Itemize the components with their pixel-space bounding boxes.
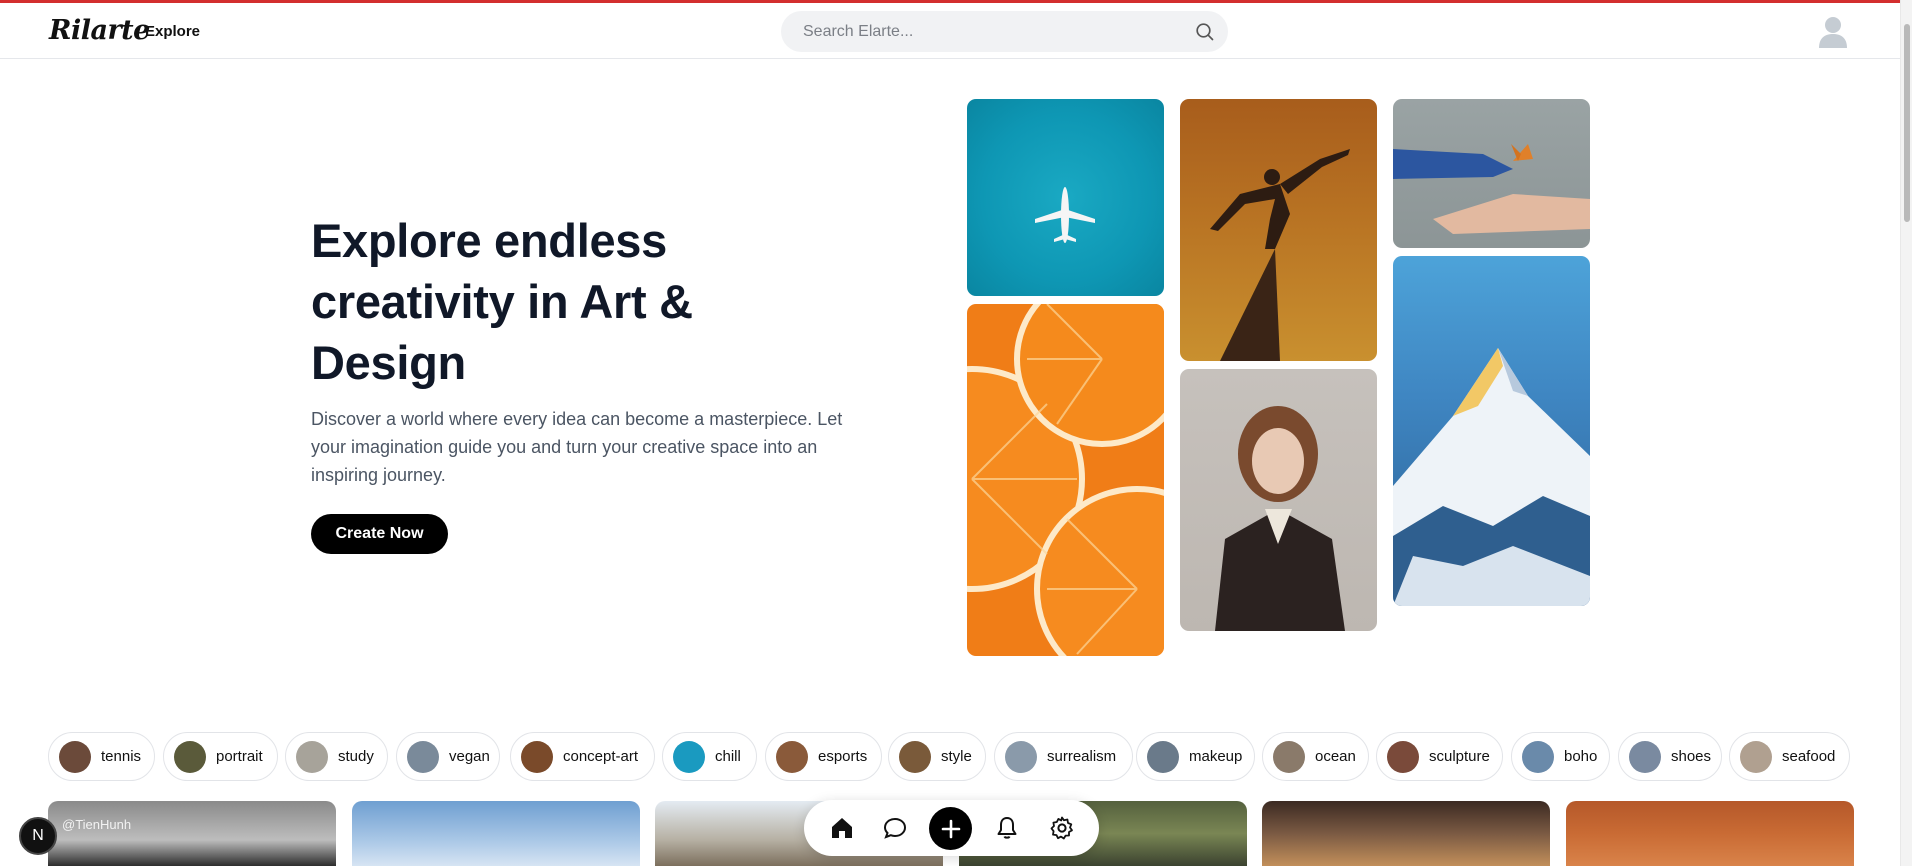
feed-card-author[interactable]: @TienHunh xyxy=(62,817,131,832)
search-bar xyxy=(781,11,1228,52)
category-chip-chill[interactable]: chill xyxy=(662,732,757,781)
category-chip-makeup[interactable]: makeup xyxy=(1136,732,1255,781)
category-label: boho xyxy=(1564,748,1598,765)
category-chip-concept-art[interactable]: concept-art xyxy=(510,732,655,781)
feed-card[interactable] xyxy=(1566,801,1854,866)
gallery-image-oranges[interactable] xyxy=(967,304,1164,656)
category-label: chill xyxy=(715,748,741,765)
category-label: portrait xyxy=(216,748,263,765)
gallery-image-dancer[interactable] xyxy=(1180,99,1377,361)
category-thumb xyxy=(521,740,553,773)
category-label: study xyxy=(338,748,374,765)
category-chip-shoes[interactable]: shoes xyxy=(1618,732,1722,781)
category-thumb xyxy=(1273,740,1305,773)
category-thumb xyxy=(1629,740,1661,773)
category-chip-ocean[interactable]: ocean xyxy=(1262,732,1369,781)
hero-title: Explore endless creativity in Art & Desi… xyxy=(311,214,693,389)
category-label: vegan xyxy=(449,748,490,765)
gallery-image-mountain[interactable] xyxy=(1393,256,1590,606)
add-button[interactable] xyxy=(929,807,972,850)
category-chip-surrealism[interactable]: surrealism xyxy=(994,732,1133,781)
bell-icon[interactable] xyxy=(991,812,1023,844)
feed-card[interactable] xyxy=(1262,801,1550,866)
category-chip-vegan[interactable]: vegan xyxy=(396,732,500,781)
chat-icon[interactable] xyxy=(879,812,911,844)
category-chip-boho[interactable]: boho xyxy=(1511,732,1610,781)
category-label: makeup xyxy=(1189,748,1243,765)
category-chip-bar: tennis portrait study vegan concept-art … xyxy=(48,732,1900,782)
category-label: seafood xyxy=(1782,748,1836,765)
search-input[interactable] xyxy=(803,11,1183,52)
bottom-dock xyxy=(804,800,1099,856)
category-thumb xyxy=(1005,740,1037,773)
category-thumb xyxy=(59,740,91,773)
category-thumb xyxy=(899,740,931,773)
category-label: shoes xyxy=(1671,748,1712,765)
home-icon[interactable] xyxy=(826,812,858,844)
category-chip-style[interactable]: style xyxy=(888,732,986,781)
gallery-image-airplane[interactable] xyxy=(967,99,1164,296)
category-thumb xyxy=(1147,740,1179,773)
category-thumb xyxy=(296,740,328,773)
site-header: Rilarte Explore xyxy=(0,3,1900,59)
plus-icon xyxy=(941,819,960,838)
gear-icon[interactable] xyxy=(1046,812,1078,844)
category-thumb xyxy=(1522,740,1554,773)
feed-card[interactable] xyxy=(352,801,640,866)
hero-subtitle: Discover a world where every idea can be… xyxy=(311,409,843,485)
category-thumb xyxy=(174,740,206,773)
category-thumb xyxy=(673,740,705,773)
scrollbar-thumb[interactable] xyxy=(1904,24,1910,222)
category-chip-sculpture[interactable]: sculpture xyxy=(1376,732,1503,781)
category-label: ocean xyxy=(1315,748,1356,765)
category-label: style xyxy=(941,748,972,765)
category-label: tennis xyxy=(101,748,142,765)
category-label: concept-art xyxy=(563,748,639,765)
category-label: surrealism xyxy=(1047,748,1117,765)
category-chip-study[interactable]: study xyxy=(285,732,388,781)
user-avatar-icon[interactable] xyxy=(1818,15,1848,49)
category-chip-portrait[interactable]: portrait xyxy=(163,732,278,781)
search-icon[interactable] xyxy=(1194,21,1216,43)
create-now-button[interactable]: Create Now xyxy=(311,514,448,554)
category-chip-seafood[interactable]: seafood xyxy=(1729,732,1850,781)
category-label: sculpture xyxy=(1429,748,1490,765)
category-thumb xyxy=(407,740,439,773)
gallery-image-portrait-woman[interactable] xyxy=(1180,369,1377,631)
logo[interactable]: Rilarte xyxy=(49,15,150,46)
nav-explore-link[interactable]: Explore xyxy=(145,23,200,40)
dev-badge[interactable]: N xyxy=(19,817,57,855)
category-thumb xyxy=(1387,740,1419,773)
category-thumb xyxy=(1740,740,1772,773)
page-scrollbar[interactable] xyxy=(1900,0,1912,866)
gallery-image-hands-butterfly[interactable] xyxy=(1393,99,1590,248)
category-thumb xyxy=(776,740,808,773)
category-chip-esports[interactable]: esports xyxy=(765,732,882,781)
category-chip-tennis[interactable]: tennis xyxy=(48,732,155,781)
feed-card[interactable] xyxy=(48,801,336,866)
category-label: esports xyxy=(818,748,868,765)
